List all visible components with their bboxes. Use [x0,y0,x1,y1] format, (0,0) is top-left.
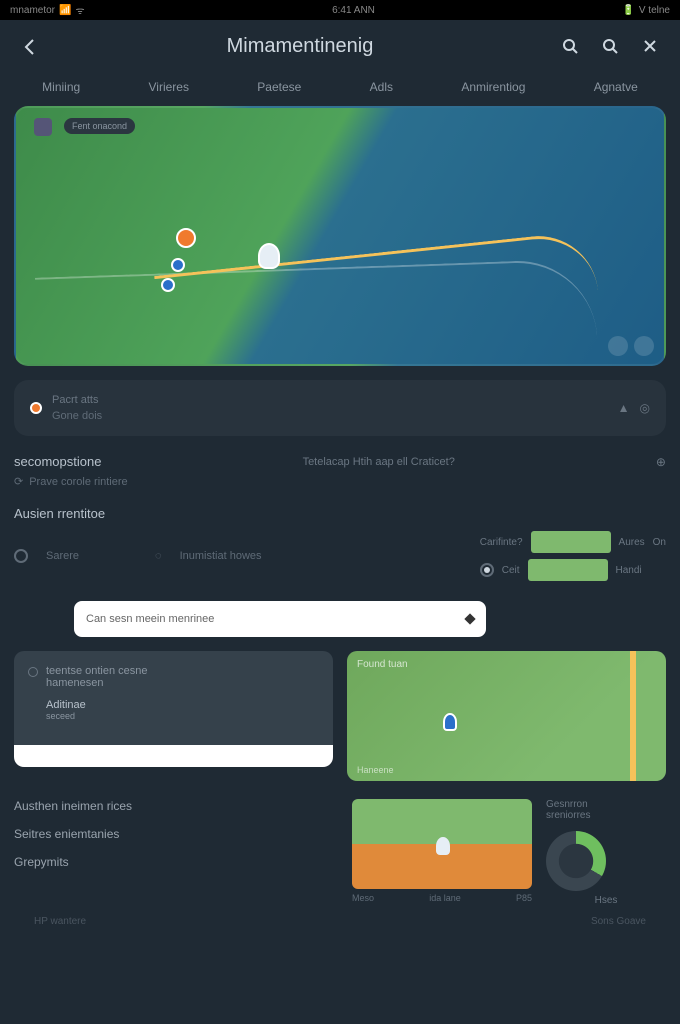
card-l-footer [14,745,333,767]
back-button[interactable] [16,32,44,60]
section-1: secomopstione Tetelacap Htih aap ell Cra… [14,454,666,488]
map-zoom-out[interactable] [608,336,628,356]
sx-c: P85 [516,893,532,903]
refresh-icon[interactable]: ⟳ [14,475,23,488]
info-icon[interactable]: ◎ [640,401,650,415]
radio-on[interactable] [480,563,494,577]
mini-map-label: Found tuan [357,659,408,670]
rc-b: On [653,537,666,548]
search-icon [561,37,579,55]
mini-map[interactable]: Found tuan Haneene [347,651,666,781]
footer-l[interactable]: HP wantere [34,916,86,927]
stack-chart: Meso ida lane P85 [352,799,532,906]
card-left[interactable]: teentse ontien cesne hamenesen Aditinae … [14,651,333,781]
search-button-1[interactable] [556,32,584,60]
controls-row: Ausien rrentitoe [14,506,666,521]
sec1-title: secomopstione [14,454,101,469]
search-button-2[interactable] [596,32,624,60]
map-badge[interactable]: Fent onacond [64,118,135,134]
sec1-hint: Tetelacap Htih aap ell Craticet? [303,456,455,468]
search-icon [601,37,619,55]
footer: HP wantere Sons Goave [14,906,666,937]
marker-stop-2[interactable] [161,278,175,292]
tab-1[interactable]: Virieres [143,76,195,98]
map-controls [608,336,654,356]
wifi-icon: ᯤ [75,3,84,17]
bl-c[interactable]: Grepymits [14,855,338,869]
bar-2[interactable] [528,559,608,581]
map-bookmark-icon[interactable] [34,118,52,136]
card-l-line1b: hamenesen [46,677,148,689]
bullet-icon [28,667,38,677]
bl-b[interactable]: Seitres eniemtanies [14,827,338,841]
marker-stop-1[interactable] [171,258,185,272]
panel-sub: Gone dois [52,410,608,422]
controls-title: Ausien rrentitoe [14,506,105,521]
search-input[interactable]: Can sesn meein menrinee [74,601,486,637]
tab-2[interactable]: Paetese [251,76,307,98]
route-panel[interactable]: Pacrt atts Gone dois ▲ ◎ [14,380,666,436]
page-title: Mimamentinenig [56,35,544,58]
tab-4[interactable]: Anmirentiog [455,76,531,98]
bl-a[interactable]: Austhen ineimen rices [14,799,338,813]
mini-bl: Haneene [357,765,394,775]
br-a: Gesnrron [546,799,666,810]
nav-icon[interactable]: ▲ [618,401,630,415]
bottom-right: Gesnrron sreniorres Hses [546,799,666,906]
close-icon [641,37,659,55]
signal-icon: 📶 [59,5,71,16]
card-l-line2b: seceed [46,711,86,721]
status-time: 6:41 ANN [332,5,375,16]
spinner-icon: ◌ [155,550,162,562]
rc-d: Handi [616,565,642,576]
tab-0[interactable]: Miniing [36,76,86,98]
sx-a: Meso [352,893,374,903]
radio-1[interactable] [14,549,28,563]
rc-c: Ceit [502,565,520,576]
sx-b: ida lane [429,893,461,903]
marker-origin[interactable] [176,228,196,248]
diamond-icon [464,613,475,624]
close-button[interactable] [636,32,664,60]
chevron-left-icon [21,37,39,55]
main-map[interactable]: Fent onacond [14,106,666,366]
battery-icon: 🔋 [622,5,634,16]
sec1-action-icon[interactable]: ⊕ [656,455,666,469]
stack-marker-icon [436,837,450,855]
gauge-chart[interactable] [546,831,606,891]
radio-2-label: Inumistiat howes [180,550,262,562]
status-bar: mnametor 📶 ᯤ 6:41 ANN 🔋 V telne [0,0,680,20]
br-c: Hses [546,895,666,906]
search-placeholder: Can sesn meein menrinee [86,613,214,625]
rc-a: Aures [619,537,645,548]
bottom-left-list: Austhen ineimen rices Seitres eniemtanie… [14,799,338,906]
header: Mimamentinenig [0,20,680,72]
marker-destination[interactable] [258,243,280,269]
battery-text: V telne [639,5,670,16]
card-l-line2a: Aditinae [46,699,86,711]
map-zoom-in[interactable] [634,336,654,356]
sec1-sub: Prave corole rintiere [29,476,127,488]
mini-road [516,651,636,781]
radio-1-label: Sarere [46,550,79,562]
carrier-text: mnametor [10,5,55,16]
bar-1[interactable] [531,531,611,553]
origin-dot-icon [30,402,42,414]
mini-pin-icon[interactable] [443,713,457,731]
br-b: sreniorres [546,810,666,821]
footer-r[interactable]: Sons Goave [591,916,646,927]
tab-3[interactable]: Adls [364,76,399,98]
rc-top-label: Carifinte? [480,537,523,548]
card-l-line1a: teentse ontien cesne [46,665,148,677]
tab-bar: Miniing Virieres Paetese Adls Anmirentio… [0,72,680,106]
tab-5[interactable]: Agnatve [588,76,644,98]
panel-title: Pacrt atts [52,394,608,406]
